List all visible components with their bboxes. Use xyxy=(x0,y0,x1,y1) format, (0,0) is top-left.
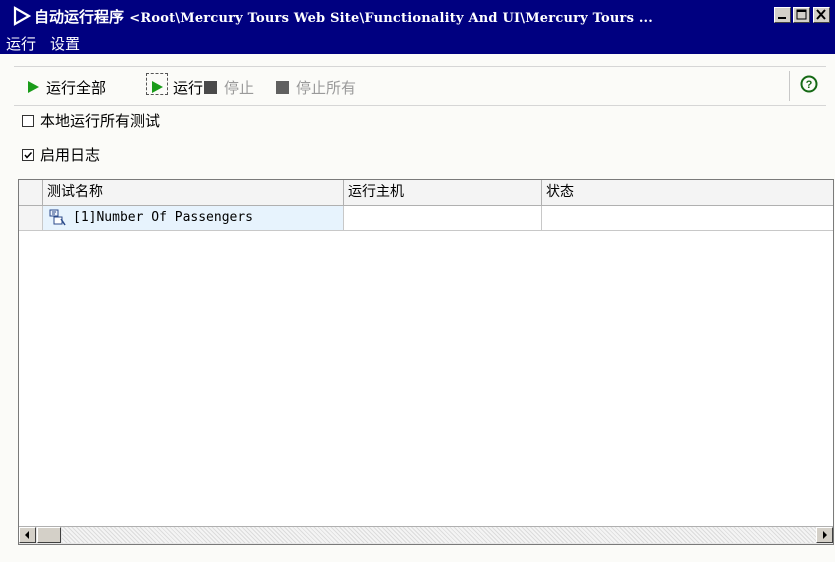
row-header-corner xyxy=(19,180,43,205)
scroll-right-button[interactable] xyxy=(816,527,833,543)
play-icon xyxy=(28,81,39,93)
cell-test-name[interactable]: [1]Number Of Passengers xyxy=(43,206,344,230)
title-bar: 自动运行程序 <Root\Mercury Tours Web Site\Func… xyxy=(0,0,835,32)
test-icon xyxy=(49,209,67,235)
stop-all-icon xyxy=(276,81,289,94)
scroll-track[interactable] xyxy=(62,527,816,543)
enable-log-label: 启用日志 xyxy=(40,146,101,164)
close-button[interactable] xyxy=(813,7,830,23)
stop-button[interactable]: 停止 xyxy=(204,77,254,98)
maximize-button[interactable] xyxy=(793,7,810,23)
stop-all-label: 停止所有 xyxy=(296,79,357,97)
menu-settings[interactable]: 设置 xyxy=(50,33,80,54)
row-header[interactable] xyxy=(19,206,43,230)
grid-header: 测试名称 运行主机 状态 xyxy=(19,180,833,206)
window-title-name: 自动运行程序 xyxy=(34,8,125,26)
test-name-text: [1]Number Of Passengers xyxy=(73,210,254,225)
menu-run[interactable]: 运行 xyxy=(6,33,36,54)
stop-all-button[interactable]: 停止所有 xyxy=(276,77,356,98)
stop-icon xyxy=(204,81,217,94)
scroll-thumb[interactable] xyxy=(37,527,61,543)
column-header-status[interactable]: 状态 xyxy=(542,180,833,205)
enable-log-checkbox[interactable] xyxy=(22,149,34,161)
window-title: 自动运行程序 <Root\Mercury Tours Web Site\Func… xyxy=(34,6,653,27)
stop-label: 停止 xyxy=(224,79,255,97)
run-local-checkbox[interactable] xyxy=(22,115,34,127)
enable-log-option[interactable]: 启用日志 xyxy=(22,144,100,165)
toolbar-separator xyxy=(789,71,790,101)
run-label: 运行 xyxy=(173,79,204,97)
window-title-path: <Root\Mercury Tours Web Site\Functionali… xyxy=(129,11,653,26)
test-grid: 测试名称 运行主机 状态 [1]Number Of Passengers xyxy=(18,179,834,545)
horizontal-scrollbar[interactable] xyxy=(19,526,833,544)
run-button[interactable]: 运行 xyxy=(150,77,203,98)
cell-status xyxy=(542,206,833,230)
run-local-label: 本地运行所有测试 xyxy=(40,112,161,130)
play-icon xyxy=(12,6,32,30)
cell-host xyxy=(344,206,542,230)
run-local-option[interactable]: 本地运行所有测试 xyxy=(22,110,160,131)
play-icon xyxy=(152,81,163,93)
minimize-button[interactable] xyxy=(774,7,791,23)
table-row[interactable]: [1]Number Of Passengers xyxy=(19,206,833,231)
menu-bar: 运行 设置 xyxy=(0,32,835,54)
svg-text:?: ? xyxy=(806,79,813,91)
column-header-host[interactable]: 运行主机 xyxy=(344,180,542,205)
help-icon[interactable]: ? xyxy=(800,75,818,97)
toolbar: 运行全部 运行 停止 停止所有 ? xyxy=(14,66,826,106)
run-all-button[interactable]: 运行全部 xyxy=(26,77,106,98)
scroll-left-button[interactable] xyxy=(19,527,36,543)
run-all-label: 运行全部 xyxy=(46,79,107,97)
column-header-test-name[interactable]: 测试名称 xyxy=(43,180,344,205)
